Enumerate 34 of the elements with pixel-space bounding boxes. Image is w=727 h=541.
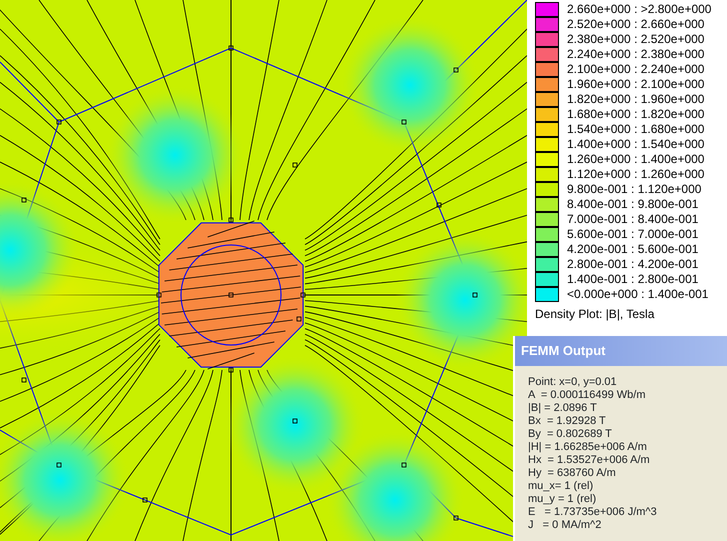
output-line: |B| = 2.0896 T (528, 402, 598, 414)
legend-label: 1.260e+000 : 1.400e+000 (567, 152, 704, 167)
legend-label: 1.680e+000 : 1.820e+000 (567, 107, 704, 122)
legend-label: 2.520e+000 : 2.660e+000 (567, 17, 704, 32)
legend-label: <0.000e+000 : 1.400e-001 (567, 287, 708, 302)
legend-label: 2.380e+000 : 2.520e+000 (567, 32, 704, 47)
output-line: mu_y = 1 (rel) (528, 492, 598, 506)
legend-label: 1.540e+000 : 1.680e+000 (567, 122, 704, 137)
legend-label: 1.960e+000 : 2.100e+000 (567, 77, 704, 92)
legend-label: 2.800e-001 : 4.200e-001 (567, 257, 698, 272)
legend-label: 1.400e-001 : 2.800e-001 (567, 272, 698, 287)
output-line: Hx = 1.53527e+006 A/m (528, 454, 651, 466)
legend-label: 4.200e-001 : 5.600e-001 (567, 242, 698, 257)
output-line: J = 0 MA/m^2 (528, 518, 602, 532)
legend-label: 5.600e-001 : 7.000e-001 (567, 227, 698, 242)
output-line: Bx = 1.92928 T (528, 414, 607, 428)
output-line: mu_x= 1 (rel) (528, 480, 594, 492)
legend-caption: Density Plot: |B|, Tesla (535, 306, 656, 323)
legend-label: 2.100e+000 : 2.240e+000 (567, 62, 704, 77)
legend-label: 9.800e-001 : 1.120e+000 (567, 182, 702, 197)
output-line: By = 0.802689 T (528, 428, 613, 440)
legend-label: 1.820e+000 : 1.960e+000 (567, 92, 704, 107)
output-line: Hy = 638760 A/m (528, 466, 617, 480)
output-line: E = 1.73735e+006 J/m^3 (528, 506, 658, 518)
legend-label: 8.400e-001 : 9.800e-001 (567, 197, 698, 212)
legend-label: 1.120e+000 : 1.260e+000 (567, 167, 704, 182)
output-line: Point: x=0, y=0.01 (528, 376, 618, 388)
legend-label: 2.240e+000 : 2.380e+000 (567, 47, 704, 62)
output-line: A = 0.000116499 Wb/m (528, 388, 647, 402)
output-line: |H| = 1.66285e+006 A/m (528, 440, 648, 454)
legend-label: 7.000e-001 : 8.400e-001 (567, 212, 698, 227)
legend-label: 1.400e+000 : 1.540e+000 (567, 137, 704, 152)
legend-label: 2.660e+000 : >2.800e+000 (567, 2, 712, 17)
window-title: FEMM Output (515, 336, 727, 366)
